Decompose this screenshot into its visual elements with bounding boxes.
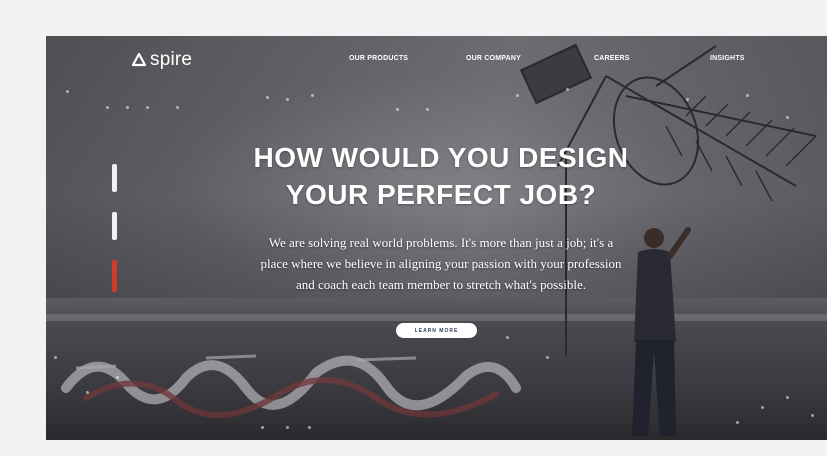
dot bbox=[266, 96, 269, 99]
dot bbox=[396, 108, 399, 111]
nav-link-our-products[interactable]: OUR PRODUCTS bbox=[349, 55, 408, 62]
nav-link-our-company[interactable]: OUR COMPANY bbox=[466, 55, 521, 62]
dot bbox=[736, 421, 739, 424]
dot bbox=[308, 426, 311, 429]
dot bbox=[54, 356, 57, 359]
hero-section: spire OUR PRODUCTS OUR COMPANY CAREERS I… bbox=[46, 36, 827, 440]
dot bbox=[811, 414, 814, 417]
graffiti-image bbox=[61, 354, 521, 418]
hero-subtext-line-3: and coach each team member to stretch wh… bbox=[295, 277, 587, 292]
nav-link-careers[interactable]: CAREERS bbox=[594, 55, 630, 62]
slide-indicator-dash-1[interactable] bbox=[112, 164, 117, 192]
triangle-logo-icon bbox=[132, 53, 146, 67]
dot bbox=[86, 391, 89, 394]
dot bbox=[286, 98, 289, 101]
dot bbox=[786, 396, 789, 399]
dot bbox=[286, 426, 289, 429]
dot bbox=[506, 336, 509, 339]
learn-more-button[interactable]: LEARN MORE bbox=[396, 323, 477, 338]
hero-subtext: We are solving real world problems. It's… bbox=[196, 232, 686, 295]
hero-subtext-line-1: We are solving real world problems. It's… bbox=[268, 235, 614, 250]
slide-indicator-dash-2[interactable] bbox=[112, 212, 117, 240]
brand-name: spire bbox=[150, 49, 193, 70]
dot bbox=[686, 98, 689, 101]
dot bbox=[261, 426, 264, 429]
dot bbox=[146, 106, 149, 109]
dot bbox=[546, 356, 549, 359]
dot bbox=[126, 106, 129, 109]
dot bbox=[746, 94, 749, 97]
dot bbox=[116, 376, 119, 379]
dot bbox=[106, 106, 109, 109]
dot bbox=[426, 108, 429, 111]
top-navigation: spire OUR PRODUCTS OUR COMPANY CAREERS I… bbox=[46, 36, 827, 86]
hero-headline: HOW WOULD YOU DESIGN YOUR PERFECT JOB? bbox=[201, 139, 681, 213]
slide-indicator-dash-active[interactable] bbox=[112, 260, 117, 292]
dot bbox=[566, 88, 569, 91]
dot bbox=[66, 90, 69, 93]
hero-headline-line-2: YOUR PERFECT JOB? bbox=[285, 179, 597, 210]
dot bbox=[311, 94, 314, 97]
dot bbox=[176, 106, 179, 109]
nav-link-insights[interactable]: INSIGHTS bbox=[710, 55, 745, 62]
dot bbox=[516, 94, 519, 97]
brand-logo[interactable]: spire bbox=[132, 48, 192, 72]
dot bbox=[786, 116, 789, 119]
hero-subtext-line-2: place where we believe in aligning your … bbox=[260, 256, 622, 271]
hero-headline-line-1: HOW WOULD YOU DESIGN bbox=[253, 142, 629, 173]
dot bbox=[761, 406, 764, 409]
